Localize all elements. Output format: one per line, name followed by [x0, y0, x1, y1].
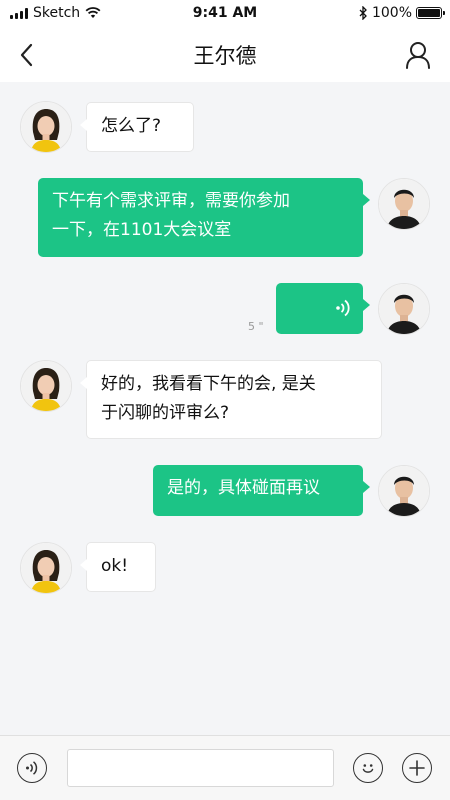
user-icon [406, 42, 430, 69]
user-avatar[interactable] [378, 465, 430, 517]
battery-label: 100% [371, 5, 412, 21]
page-title: 王尔德 [193, 44, 257, 68]
emoji-button[interactable] [353, 753, 383, 783]
message-bubble-received[interactable]: ok! [80, 542, 156, 592]
message-text-line: 于闪聊的评审么? [101, 403, 230, 423]
message-text: 怎么了? [101, 116, 162, 136]
contact-avatar[interactable] [20, 360, 72, 412]
voice-input-icon [26, 761, 38, 775]
message-bubble-sent[interactable]: 是的，具体碰面再议 [153, 465, 370, 516]
woman-avatar-icon [21, 361, 71, 411]
voice-input-button[interactable] [17, 753, 47, 783]
message-bubble-received[interactable]: 好的，我看看下午的会, 是关 于闪聊的评审么? [80, 360, 382, 439]
user-avatar[interactable] [378, 283, 430, 335]
man-avatar-icon [379, 179, 429, 229]
plus-icon [409, 760, 425, 776]
profile-button[interactable] [404, 40, 432, 70]
message-list[interactable]: 怎么了? 下午有个需求评审，需要你参加 一下，在1101大会议室 5 " 好的，… [0, 82, 450, 735]
woman-avatar-icon [21, 102, 71, 152]
man-avatar-icon [379, 284, 429, 334]
message-text: 是的，具体碰面再议 [167, 478, 320, 498]
status-right: 100% [359, 5, 445, 21]
smiley-icon [362, 764, 374, 773]
add-button[interactable] [402, 753, 432, 783]
battery-icon [416, 7, 445, 19]
message-bubble-received[interactable]: 怎么了? [80, 102, 194, 152]
voice-message-bubble[interactable] [276, 283, 370, 334]
message-text-line: 一下，在1101大会议室 [52, 220, 232, 240]
contact-avatar[interactable] [20, 101, 72, 153]
chat-screen: Sketch 9:41 AM 100% 王尔德 怎么了? 下午有个需求评审，需要… [0, 0, 450, 800]
woman-avatar-icon [21, 543, 71, 593]
man-avatar-icon [379, 466, 429, 516]
message-input[interactable] [67, 749, 334, 787]
message-text: ok! [101, 556, 129, 576]
message-text-line: 下午有个需求评审，需要你参加 [52, 191, 290, 211]
contact-avatar[interactable] [20, 542, 72, 594]
status-bar: Sketch 9:41 AM 100% [0, 0, 450, 28]
nav-bar: 王尔德 [0, 28, 450, 82]
sound-wave-icon [336, 299, 350, 317]
bluetooth-icon [359, 6, 367, 20]
message-bubble-sent[interactable]: 下午有个需求评审，需要你参加 一下，在1101大会议室 [38, 178, 370, 257]
message-text-line: 好的，我看看下午的会, 是关 [101, 374, 316, 394]
user-avatar[interactable] [378, 178, 430, 230]
input-bar [0, 735, 450, 800]
voice-duration: 5 " [248, 320, 264, 333]
